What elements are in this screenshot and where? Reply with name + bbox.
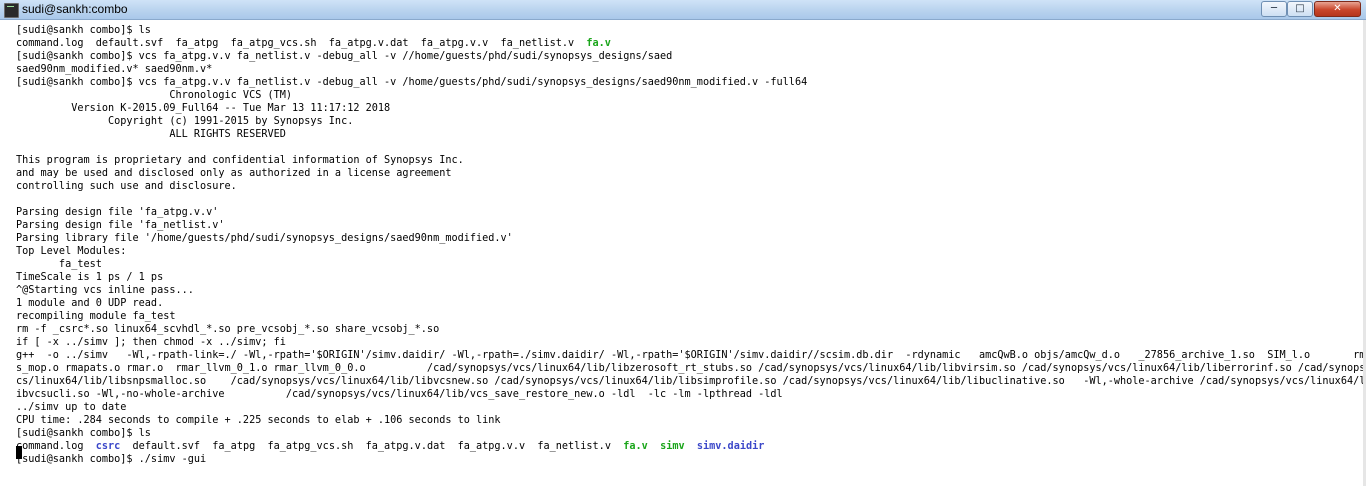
terminal-line: Parsing design file 'fa_netlist.v' — [16, 219, 225, 232]
terminal-text: saed90nm_modified.v* saed90nm.v* — [16, 64, 213, 75]
terminal-text: g++ -o ../simv -Wl,-rpath-link=./ -Wl,-r… — [16, 350, 1366, 361]
terminal-text: [sudi@sankh combo]$ ls — [16, 25, 151, 36]
terminal-line: [sudi@sankh combo]$ ./simv -gui — [16, 453, 206, 466]
terminal-text: This program is proprietary and confiden… — [16, 155, 464, 166]
executable-name: fa.v — [586, 38, 611, 49]
terminal-line: ^@Starting vcs inline pass... — [16, 284, 194, 297]
terminal-line: fa_test — [16, 258, 102, 271]
terminal-text: ^@Starting vcs inline pass... — [16, 285, 194, 296]
terminal-line: g++ -o ../simv -Wl,-rpath-link=./ -Wl,-r… — [16, 349, 1366, 362]
terminal-line: [sudi@sankh combo]$ ls — [16, 427, 151, 440]
directory-name: simv.daidir — [696, 441, 765, 452]
terminal-text: command.log default.svf fa_atpg fa_atpg_… — [16, 38, 587, 49]
terminal-line: controlling such use and disclosure. — [16, 180, 237, 193]
terminal-text: default.svf fa_atpg fa_atpg_vcs.sh fa_at… — [120, 441, 624, 452]
terminal-line: s_mop.o rmapats.o rmar.o rmar_llvm_0_1.o… — [16, 362, 1366, 375]
terminal-text: cs/linux64/lib/libsnpsmalloc.so /cad/syn… — [16, 376, 1366, 387]
terminal-line: ALL RIGHTS RESERVED — [16, 128, 286, 141]
terminal-line: recompiling module fa_test — [16, 310, 175, 323]
minimize-button[interactable]: ─ — [1261, 1, 1287, 17]
title-bar[interactable]: sudi@sankh:combo ─ □ ✕ — [0, 0, 1366, 20]
terminal-text: Parsing library file '/home/guests/phd/s… — [16, 233, 513, 244]
terminal-line: and may be used and disclosed only as au… — [16, 167, 451, 180]
executable-name: simv — [660, 441, 685, 452]
terminal-text: command.log — [16, 441, 96, 452]
terminal-text: fa_test — [16, 259, 102, 270]
directory-name: csrc — [95, 441, 121, 452]
window-title: sudi@sankh:combo — [22, 2, 128, 16]
terminal-text: if [ -x ../simv ]; then chmod -x ../simv… — [16, 337, 286, 348]
terminal-line: rm -f _csrc*.so linux64_scvhdl_*.so pre_… — [16, 323, 439, 336]
terminal-line: saed90nm_modified.v* saed90nm.v* — [16, 63, 212, 76]
executable-name: fa.v — [623, 441, 648, 452]
terminal-line: CPU time: .284 seconds to compile + .225… — [16, 414, 501, 427]
terminal-text: rm -f _csrc*.so linux64_scvhdl_*.so pre_… — [16, 324, 440, 335]
terminal-text: [sudi@sankh combo]$ ls — [16, 428, 151, 439]
terminal-line: Parsing design file 'fa_atpg.v.v' — [16, 206, 218, 219]
terminal-icon — [4, 3, 19, 18]
terminal-text: and may be used and disclosed only as au… — [16, 168, 452, 179]
terminal-text: ibvcsucli.so -Wl,-no-whole-archive /cad/… — [16, 389, 783, 400]
terminal-line: ../simv up to date — [16, 401, 126, 414]
terminal-line: command.log csrc default.svf fa_atpg fa_… — [16, 440, 764, 453]
terminal-line: Top Level Modules: — [16, 245, 126, 258]
terminal-line: This program is proprietary and confiden… — [16, 154, 464, 167]
terminal-line: Parsing library file '/home/guests/phd/s… — [16, 232, 513, 245]
terminal-line: command.log default.svf fa_atpg fa_atpg_… — [16, 37, 611, 50]
terminal-line: TimeScale is 1 ps / 1 ps — [16, 271, 163, 284]
terminal-text: 1 module and 0 UDP read. — [16, 298, 164, 309]
terminal-text: recompiling module fa_test — [16, 311, 176, 322]
terminal-text: TimeScale is 1 ps / 1 ps — [16, 272, 164, 283]
terminal-text: s_mop.o rmapats.o rmar.o rmar_llvm_0_1.o… — [16, 363, 1366, 374]
terminal-text: Parsing design file 'fa_netlist.v' — [16, 220, 225, 231]
terminal-line: 1 module and 0 UDP read. — [16, 297, 163, 310]
maximize-button[interactable]: □ — [1287, 1, 1313, 17]
terminal-line: cs/linux64/lib/libsnpsmalloc.so /cad/syn… — [16, 375, 1366, 388]
terminal-text: ../simv up to date — [16, 402, 127, 413]
terminal-text: [sudi@sankh combo]$ vcs fa_atpg.v.v fa_n… — [16, 77, 808, 88]
terminal-window: sudi@sankh:combo ─ □ ✕ [sudi@sankh combo… — [0, 0, 1366, 486]
terminal-text: Chronologic VCS (TM) — [16, 90, 293, 101]
terminal-text: CPU time: .284 seconds to compile + .225… — [16, 415, 501, 426]
terminal-line: if [ -x ../simv ]; then chmod -x ../simv… — [16, 336, 286, 349]
terminal-text: controlling such use and disclosure. — [16, 181, 237, 192]
terminal-text: [sudi@sankh combo]$ vcs fa_atpg.v.v fa_n… — [16, 51, 673, 62]
terminal-text: [sudi@sankh combo]$ ./simv -gui — [16, 454, 207, 465]
terminal-text: Top Level Modules: — [16, 246, 127, 257]
terminal-text: ALL RIGHTS RESERVED — [16, 129, 286, 140]
terminal-text: Copyright (c) 1991-2015 by Synopsys Inc. — [16, 116, 354, 127]
terminal-output[interactable]: [sudi@sankh combo]$ ls command.log defaul… — [0, 20, 1366, 486]
terminal-line: Copyright (c) 1991-2015 by Synopsys Inc. — [16, 115, 353, 128]
terminal-line: [sudi@sankh combo]$ ls — [16, 24, 151, 37]
terminal-text: Version K-2015.09_Full64 -- Tue Mar 13 1… — [16, 103, 391, 114]
terminal-text: Parsing design file 'fa_atpg.v.v' — [16, 207, 219, 218]
text-cursor — [16, 446, 22, 459]
terminal-line: ibvcsucli.so -Wl,-no-whole-archive /cad/… — [16, 388, 783, 401]
terminal-line: [sudi@sankh combo]$ vcs fa_atpg.v.v fa_n… — [16, 76, 807, 89]
close-button[interactable]: ✕ — [1314, 1, 1361, 17]
terminal-line: Version K-2015.09_Full64 -- Tue Mar 13 1… — [16, 102, 390, 115]
terminal-line: [sudi@sankh combo]$ vcs fa_atpg.v.v fa_n… — [16, 50, 672, 63]
terminal-line: Chronologic VCS (TM) — [16, 89, 292, 102]
